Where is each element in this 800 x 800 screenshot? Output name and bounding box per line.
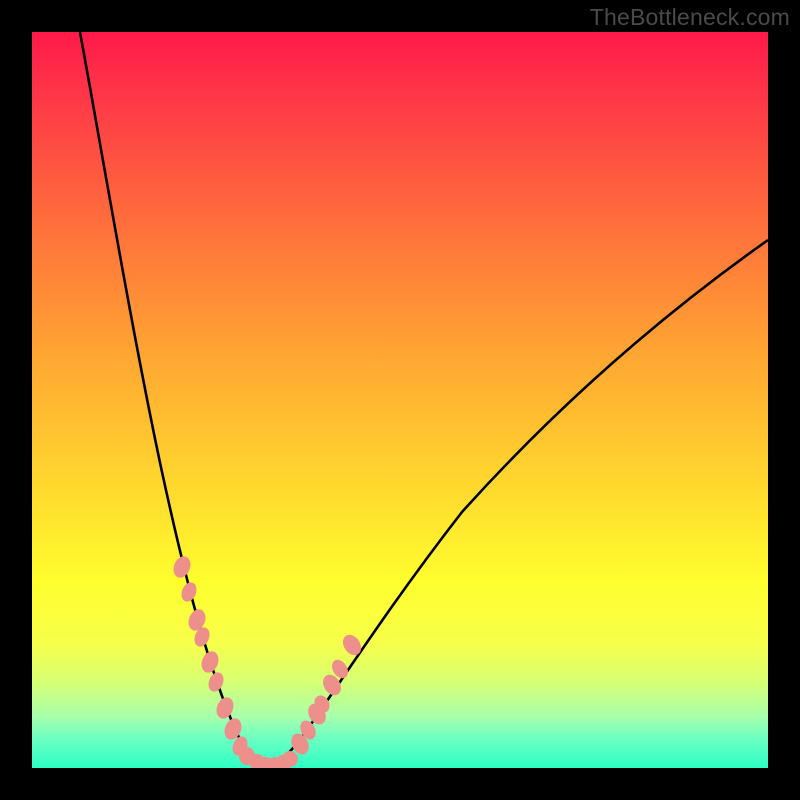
chart-container: TheBottleneck.com bbox=[0, 0, 800, 800]
right-curve bbox=[267, 240, 768, 768]
marker-group bbox=[170, 554, 364, 768]
left-curve bbox=[80, 32, 267, 768]
watermark-label: TheBottleneck.com bbox=[590, 4, 790, 31]
plot-area bbox=[32, 32, 768, 768]
chart-svg bbox=[32, 32, 768, 768]
